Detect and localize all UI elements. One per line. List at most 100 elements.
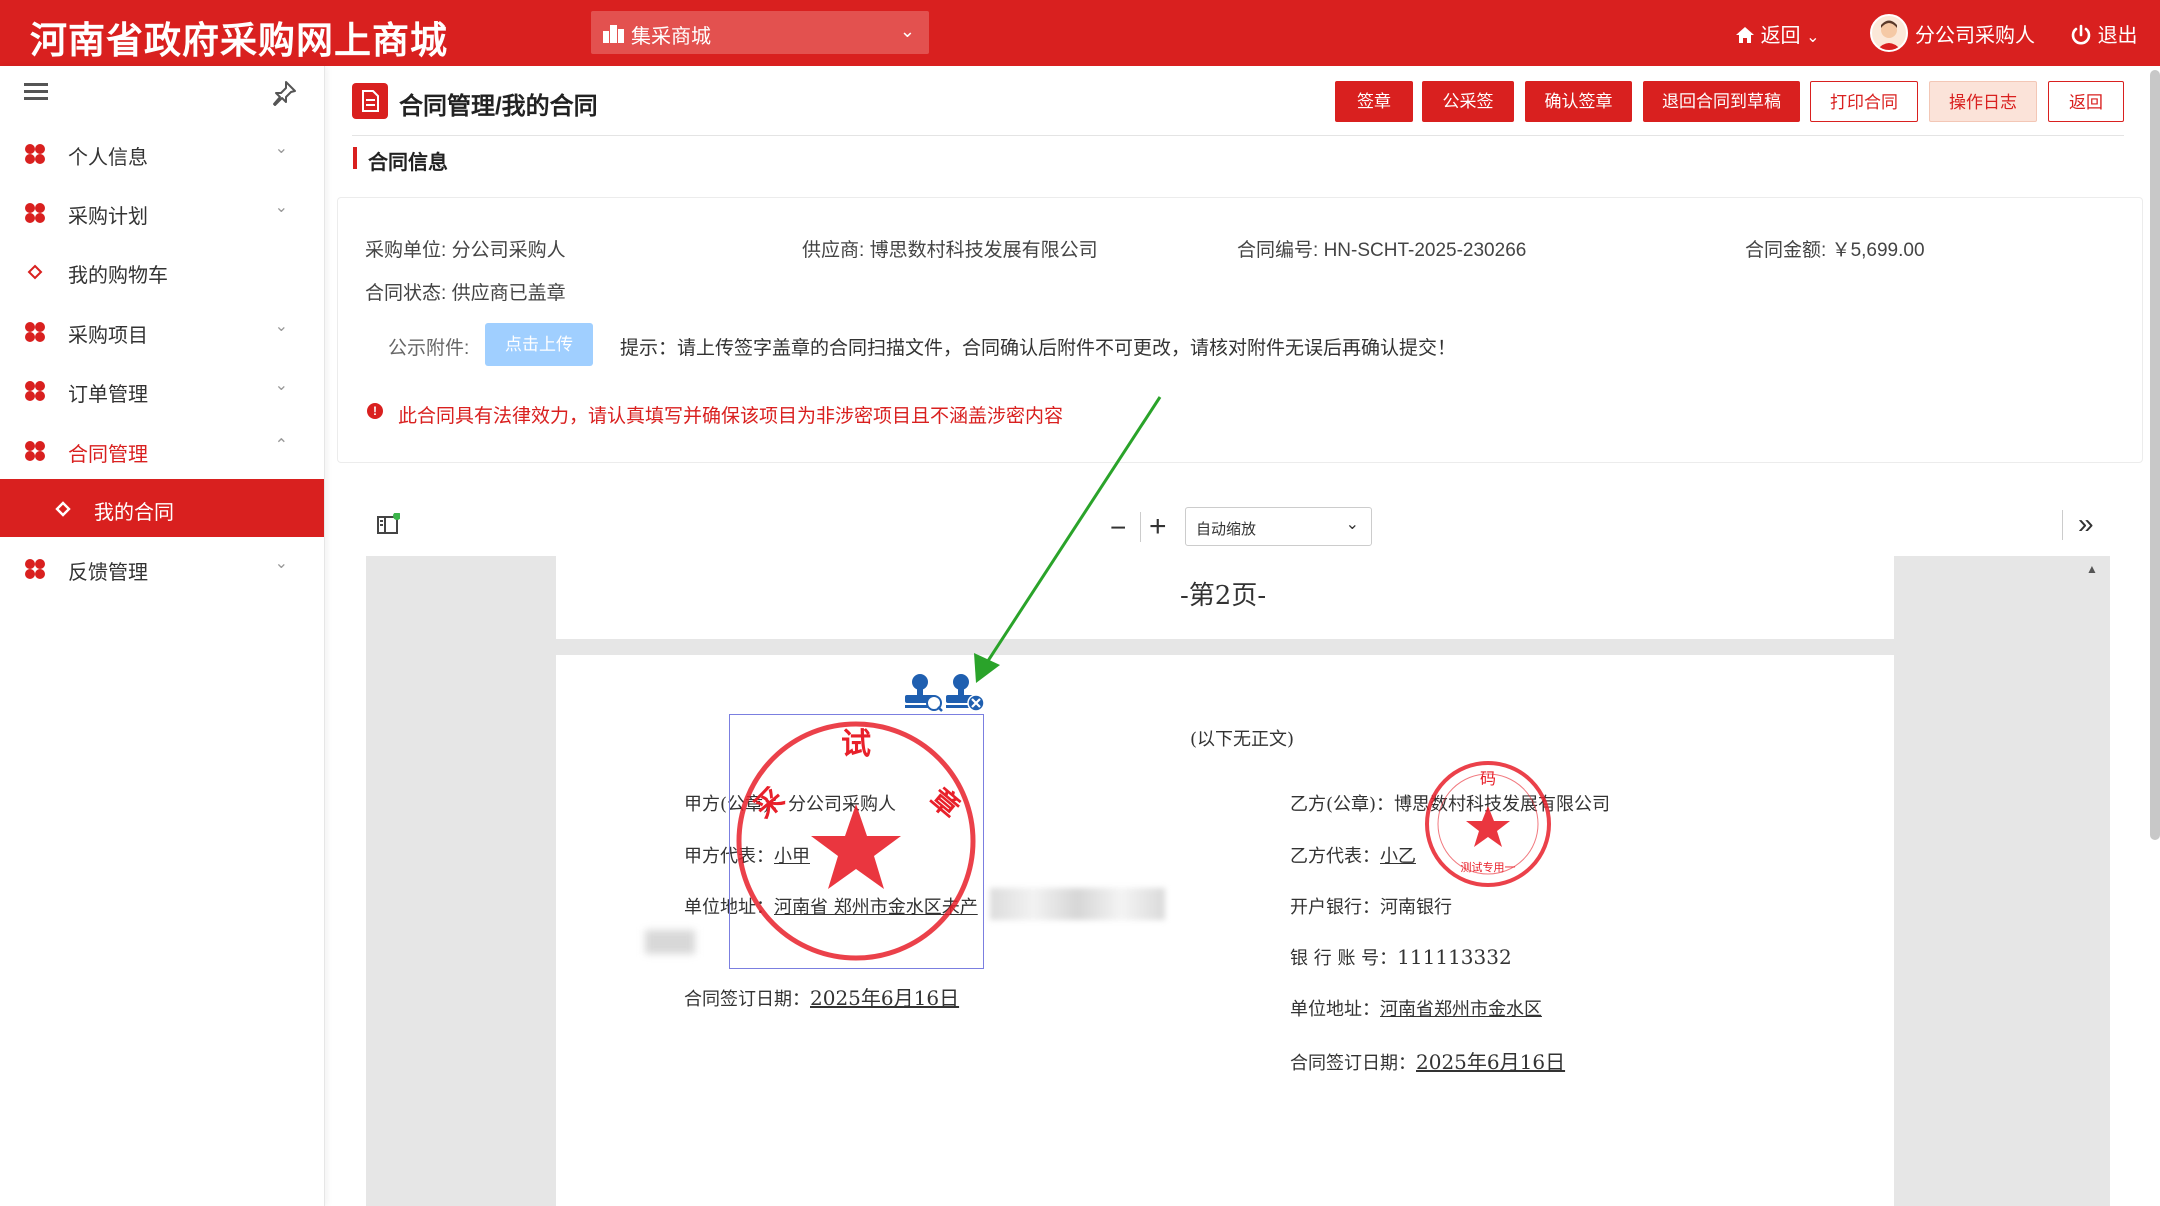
flower-icon: [25, 144, 45, 164]
supplier-value: 博思数村科技发展有限公司: [869, 240, 1098, 261]
party-a-date-line: 合同签订日期：2025年6月16日: [684, 982, 959, 1011]
sidebar-item-label: 采购计划: [68, 206, 148, 228]
back-menu[interactable]: 返回 ⌄: [1735, 19, 1820, 48]
party-b-seal: 码 测试专用一: [1422, 758, 1554, 890]
print-contract-button[interactable]: 打印合同: [1810, 81, 1918, 122]
party-b-date: 2025年6月16日: [1416, 1050, 1566, 1074]
svg-text:试: 试: [841, 727, 871, 762]
flower-icon: [25, 441, 45, 461]
sidebar-item-contract[interactable]: 合同管理 ⌃: [0, 421, 324, 479]
blurred-redaction: [990, 888, 1165, 920]
sidebar-item-label: 我的购物车: [68, 265, 168, 287]
seal-preview-icon[interactable]: [903, 672, 943, 717]
user-name[interactable]: 分公司采购人: [1915, 19, 2035, 48]
party-b-account-label: 银 行 账 号：: [1290, 948, 1398, 969]
chevron-down-icon: ⌄: [274, 140, 288, 157]
party-a-date-label: 合同签订日期：: [684, 989, 810, 1010]
party-b-account: 111113332: [1397, 945, 1512, 969]
sign-button[interactable]: 签章: [1335, 81, 1413, 122]
upload-button[interactable]: 点击上传: [485, 323, 593, 366]
contract-amount-value: ￥5,699.00: [1831, 240, 1925, 261]
contract-amount-label: 合同金额:: [1745, 240, 1827, 261]
party-b-date-line: 合同签订日期：2025年6月16日: [1290, 1046, 1565, 1075]
chevron-down-icon: ⌄: [1806, 29, 1820, 46]
power-icon: [2071, 24, 2091, 45]
contract-number-value: HN-SCHT-2025-230266: [1323, 240, 1527, 261]
sidebar-item-label: 订单管理: [68, 384, 148, 406]
logout-label: 退出: [2097, 25, 2138, 47]
sidebar-item-purchase-plan[interactable]: 采购计划 ⌄: [0, 183, 324, 241]
back-menu-label: 返回: [1760, 25, 1801, 47]
supplier-field: 供应商: 博思数村科技发展有限公司: [802, 235, 1098, 262]
sidebar-toggle-icon[interactable]: [376, 512, 401, 542]
pin-icon[interactable]: [270, 79, 298, 112]
mall-select-dropdown[interactable]: 集采商城 ⌄: [591, 11, 929, 54]
sidebar: 个人信息 ⌄ 采购计划 ⌄ 我的购物车 采购项目 ⌄ 订单管理 ⌄ 合同管理 ⌃…: [0, 66, 325, 1206]
party-b-rep-line: 乙方代表：小乙: [1290, 842, 1416, 868]
svg-text:测试专用一: 测试专用一: [1461, 860, 1516, 874]
upload-hint: 提示：请上传签字盖章的合同扫描文件，合同确认后附件不可更改，请核对附件无误后再确…: [620, 338, 1457, 359]
document-icon: [352, 83, 388, 119]
diamond-icon: [27, 264, 43, 280]
section-marker: [353, 147, 357, 169]
confirm-sign-button[interactable]: 确认签章: [1525, 81, 1632, 122]
flower-icon: [25, 203, 45, 223]
scroll-up-arrow-icon[interactable]: ▲: [2086, 562, 2098, 576]
chevron-up-icon: ⌃: [274, 437, 288, 454]
mall-select-label: 集采商城: [631, 26, 711, 48]
double-chevron-right-icon[interactable]: »: [2078, 508, 2094, 540]
buyer-value: 分公司采购人: [451, 240, 566, 261]
contract-status-field: 合同状态: 供应商已盖章: [365, 278, 566, 305]
sidebar-item-label: 个人信息: [68, 147, 148, 169]
sidebar-item-purchase-project[interactable]: 采购项目 ⌄: [0, 302, 324, 360]
operation-log-button[interactable]: 操作日志: [1929, 81, 2037, 122]
sidebar-item-order[interactable]: 订单管理 ⌄: [0, 361, 324, 419]
flower-icon: [25, 381, 45, 401]
flower-icon: [25, 559, 45, 579]
party-b-bank-line: 开户银行：河南银行: [1290, 893, 1452, 919]
sidebar-item-feedback[interactable]: 反馈管理 ⌄: [0, 539, 324, 597]
svg-text:码: 码: [1480, 769, 1496, 788]
section-title: 合同信息: [368, 152, 448, 174]
contract-number-label: 合同编号:: [1237, 240, 1319, 261]
annotation-arrow: [960, 395, 1170, 695]
party-a-date: 2025年6月16日: [810, 986, 960, 1010]
toolbar-separator: [2062, 510, 2063, 540]
party-b-addr: 河南省郑州市金水区: [1380, 999, 1542, 1020]
divider: [352, 135, 2124, 136]
contract-amount-field: 合同金额: ￥5,699.00: [1745, 235, 1925, 262]
chevron-down-icon: ⌄: [274, 377, 288, 394]
party-b-rep-label: 乙方代表：: [1290, 846, 1380, 867]
back-button[interactable]: 返回: [2048, 81, 2124, 122]
buyer-field: 采购单位: 分公司采购人: [365, 235, 566, 262]
page-title: 合同管理/我的合同: [399, 93, 598, 120]
contract-status-value: 供应商已盖章: [451, 283, 566, 304]
sidebar-item-personal-info[interactable]: 个人信息 ⌄: [0, 124, 324, 182]
sidebar-item-my-contract[interactable]: 我的合同: [0, 479, 324, 537]
party-b-bank: 河南银行: [1380, 897, 1452, 918]
user-avatar[interactable]: [1870, 14, 1908, 52]
sidebar-item-cart[interactable]: 我的购物车: [0, 242, 324, 300]
logout-button[interactable]: 退出: [2070, 19, 2138, 48]
chevron-down-icon: ⌄: [274, 199, 288, 216]
contract-number-field: 合同编号: HN-SCHT-2025-230266: [1237, 235, 1526, 262]
party-b-label: 乙方(公章)：: [1290, 794, 1395, 815]
return-draft-button[interactable]: 退回合同到草稿: [1643, 81, 1800, 122]
zoom-select[interactable]: 自动缩放 ⌄: [1185, 507, 1372, 546]
chevron-down-icon: ⌄: [1345, 516, 1359, 533]
blurred-redaction: [645, 930, 695, 954]
diamond-icon: [55, 501, 71, 517]
buyer-label: 采购单位:: [365, 240, 447, 261]
sidebar-item-label: 合同管理: [68, 444, 148, 466]
public-sign-button[interactable]: 公采签: [1422, 81, 1514, 122]
warning-icon: !: [367, 403, 383, 419]
page-number-label: -第2页-: [1180, 581, 1267, 611]
hamburger-menu-icon[interactable]: [24, 82, 48, 107]
chevron-down-icon: ⌄: [274, 318, 288, 335]
flower-icon: [25, 322, 45, 342]
supplier-label: 供应商:: [802, 240, 865, 261]
attachment-label: 公示附件:: [388, 338, 470, 359]
sidebar-item-label: 采购项目: [68, 325, 148, 347]
page-scrollbar[interactable]: [2150, 70, 2160, 840]
party-b-date-label: 合同签订日期：: [1290, 1053, 1416, 1074]
